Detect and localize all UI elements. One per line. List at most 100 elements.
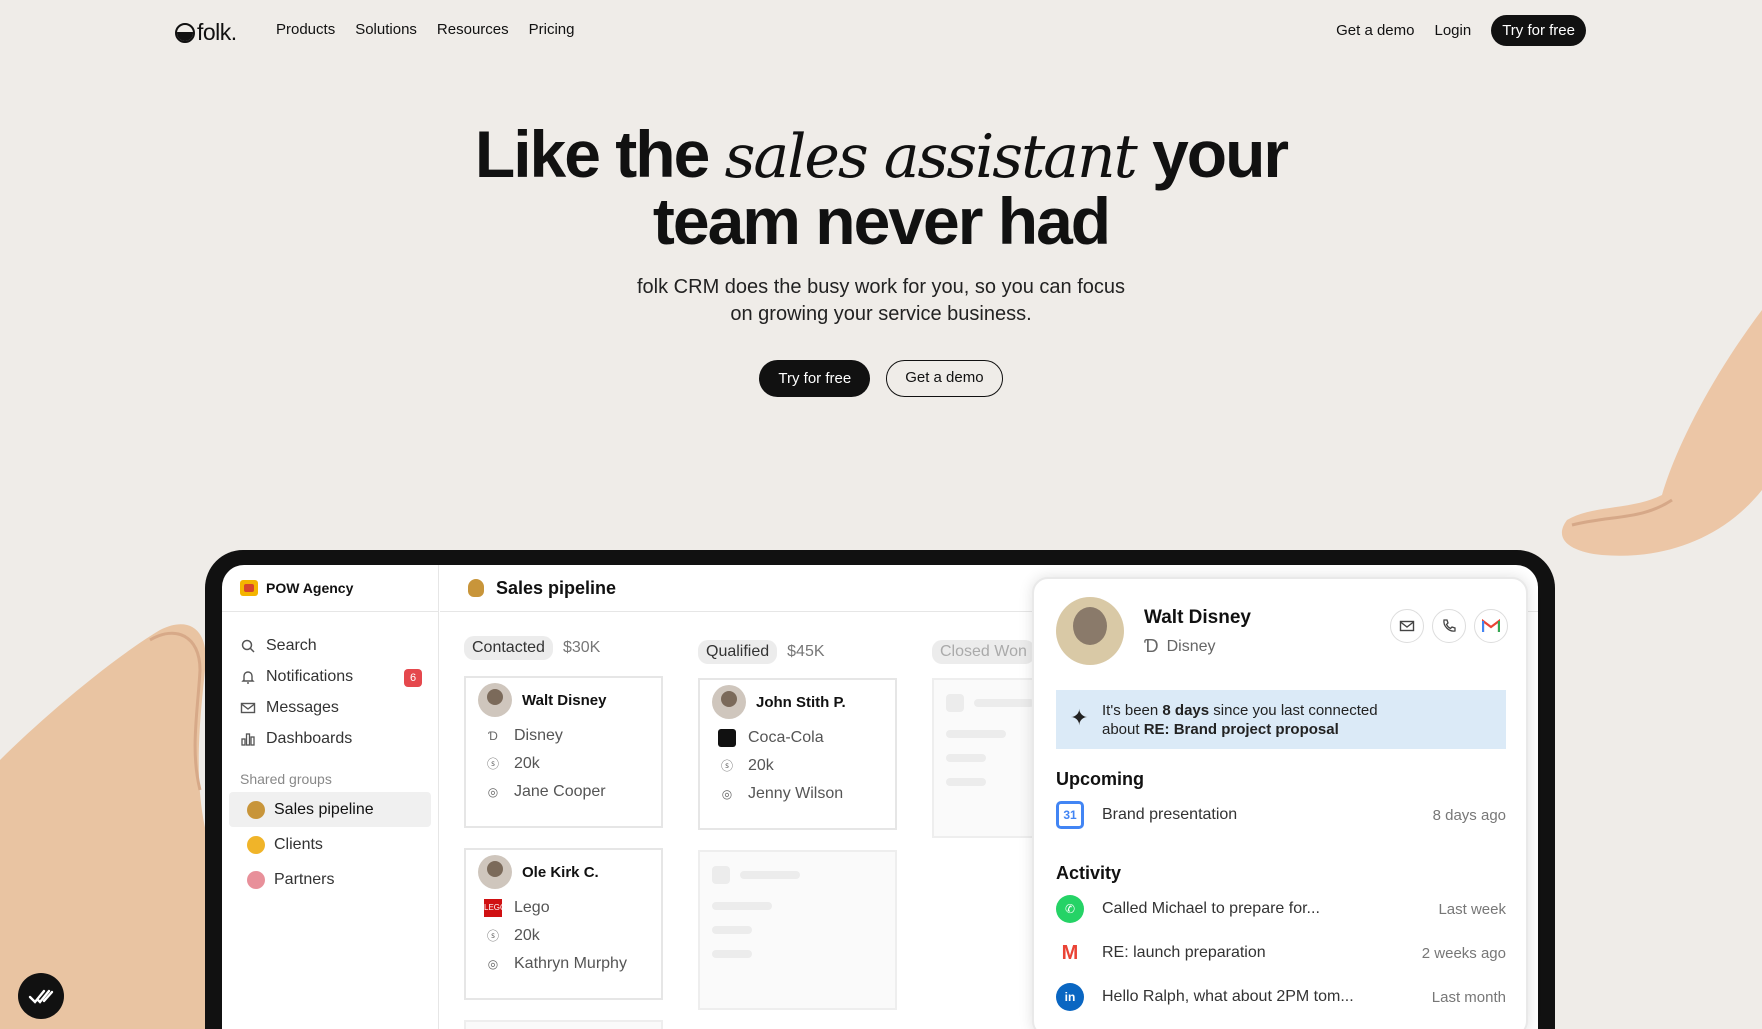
dollar-icon: ⓢ <box>720 759 733 773</box>
deal-value: 20k <box>748 757 774 774</box>
placeholder-card <box>464 1020 663 1029</box>
nav-resources[interactable]: Resources <box>437 21 509 38</box>
logo-text: folk. <box>197 19 237 45</box>
nav-links: Products Solutions Resources Pricing <box>276 21 574 38</box>
stage-amount: $30K <box>562 639 601 656</box>
phone-icon <box>1443 619 1456 632</box>
contact-name: Ole Kirk C. <box>522 863 599 881</box>
hero-try-free-button[interactable]: Try for free <box>759 360 871 397</box>
gmail-button[interactable] <box>1474 609 1508 643</box>
sidebar-item-notifications[interactable]: Notifications 6 <box>222 661 438 692</box>
dollar-icon: ⓢ <box>486 757 499 771</box>
money-bag-icon <box>247 800 265 819</box>
activity-date: 2 weeks ago <box>1421 944 1506 962</box>
pipeline-title: Sales pipeline <box>496 577 617 598</box>
upcoming-item[interactable]: 31 Brand presentation 8 days ago <box>1056 798 1506 832</box>
mail-icon <box>240 702 256 713</box>
deal-value: 20k <box>514 927 540 944</box>
deal-owner: Jenny Wilson <box>748 785 844 802</box>
email-button[interactable] <box>1390 609 1424 643</box>
deal-value: 20k <box>514 755 540 772</box>
activity-item[interactable]: M RE: launch preparation 2 weeks ago <box>1056 936 1506 970</box>
contact-name: Walt Disney <box>1144 607 1251 628</box>
value-row: ⓢ 20k <box>466 750 661 778</box>
nav-products[interactable]: Products <box>276 21 335 38</box>
hero-get-demo-button[interactable]: Get a demo <box>886 360 1003 397</box>
sidebar-item-label: Dashboards <box>266 729 353 747</box>
nav-actions: Get a demo Login Try for free <box>1336 15 1586 46</box>
sidebar-group-partners[interactable]: Partners <box>229 862 431 897</box>
value-row: ⓢ 20k <box>466 922 661 950</box>
contact-avatar <box>478 855 512 889</box>
upcoming-title: Brand presentation <box>1102 806 1238 823</box>
company-row: Coca-Cola <box>700 724 895 752</box>
sidebar-group-clients[interactable]: Clients <box>229 827 431 862</box>
reconnect-nudge: ✦ It's been 8 days since you last connec… <box>1056 690 1506 749</box>
hero-title-part-1: Like the <box>474 117 725 191</box>
group-label: Partners <box>274 870 335 888</box>
nudge-text-3: about <box>1102 720 1144 738</box>
sidebar-item-dashboards[interactable]: Dashboards <box>222 723 438 754</box>
deal-card[interactable]: Walt Disney Ɗ Disney ⓢ 20k ◎ Jane Cooper <box>464 676 663 828</box>
contact-avatar-large <box>1056 597 1124 665</box>
deal-card[interactable]: Ole Kirk C. LEGO Lego ⓢ 20k ◎ Kathryn Mu… <box>464 848 663 1000</box>
group-label: Clients <box>274 835 323 853</box>
hero-cta-group: Try for free Get a demo <box>0 360 1762 397</box>
hero-title-line-2: team never had <box>652 184 1111 258</box>
user-icon: ◎ <box>487 785 499 799</box>
hero-subtitle: folk CRM does the busy work for you, so … <box>0 274 1762 328</box>
column-closed-won-header: Closed Won <box>932 640 1035 664</box>
contact-company: Ɗ Disney <box>1144 636 1215 657</box>
right-hand-illustration <box>1561 310 1762 556</box>
owner-row: ◎ Jane Cooper <box>466 778 661 806</box>
activity-text: RE: launch preparation <box>1102 944 1266 961</box>
activity-heading: Activity <box>1056 863 1122 883</box>
workspace-switcher[interactable]: POW Agency <box>222 565 438 612</box>
money-bag-icon <box>468 579 484 597</box>
activity-item[interactable]: in Hello Ralph, what about 2PM tom... La… <box>1056 980 1506 1014</box>
nav-pricing[interactable]: Pricing <box>529 21 575 38</box>
placeholder-card <box>698 850 897 1010</box>
handshake-icon <box>247 835 265 854</box>
double-check-icon <box>28 989 54 1004</box>
folk-logo[interactable]: folk. <box>175 19 237 46</box>
hero-title-emphasis: sales assistant <box>724 122 1138 192</box>
sidebar-item-search[interactable]: Search <box>222 630 438 661</box>
nav-get-demo-link[interactable]: Get a demo <box>1336 22 1414 39</box>
nudge-text-2: since you last connected <box>1209 701 1378 719</box>
call-button[interactable] <box>1432 609 1466 643</box>
activity-text: Called Michael to prepare for... <box>1102 900 1320 917</box>
brain-icon <box>247 870 265 889</box>
workspace-icon <box>240 580 258 596</box>
deal-card[interactable]: John Stith P. Coca-Cola ⓢ 20k ◎ Jenny Wi… <box>698 678 897 830</box>
gmail-icon <box>1482 619 1500 632</box>
nav-login-link[interactable]: Login <box>1435 22 1472 39</box>
owner-row: ◎ Kathryn Murphy <box>466 950 661 978</box>
sidebar-group-sales-pipeline[interactable]: Sales pipeline <box>229 792 431 827</box>
top-nav: folk. Products Solutions Resources Prici… <box>0 0 1762 60</box>
activity-item[interactable]: ✆ Called Michael to prepare for... Last … <box>1056 892 1506 926</box>
contact-avatar <box>712 685 746 719</box>
column-qualified-header: Qualified $45K <box>698 640 825 664</box>
floating-consent-button[interactable] <box>18 973 64 1019</box>
upcoming-date: 8 days ago <box>1432 806 1506 824</box>
sidebar-item-messages[interactable]: Messages <box>222 692 438 723</box>
column-contacted-header: Contacted $30K <box>464 636 600 660</box>
contact-avatar <box>478 683 512 717</box>
nudge-text-1: It's been <box>1102 701 1163 719</box>
nudge-days: 8 days <box>1162 701 1210 719</box>
company-name: Disney <box>514 727 563 744</box>
disney-logo-icon: Ɗ <box>488 729 498 743</box>
activity-text: Hello Ralph, what about 2PM tom... <box>1102 988 1354 1005</box>
nav-solutions[interactable]: Solutions <box>355 21 417 38</box>
hero-title-part-2: your <box>1135 117 1289 191</box>
value-row: ⓢ 20k <box>700 752 895 780</box>
disney-logo-icon: Ɗ <box>1144 636 1159 656</box>
nav-try-free-button[interactable]: Try for free <box>1491 15 1586 46</box>
contact-detail-panel: Walt Disney Ɗ Disney ✦ It's been 8 days … <box>1032 577 1528 1029</box>
hero-subtitle-line-2: on growing your service business. <box>730 303 1032 325</box>
contact-actions <box>1390 609 1508 643</box>
company-row: LEGO Lego <box>466 894 661 922</box>
company-name: Disney <box>1166 637 1216 655</box>
app-sidebar: POW Agency Search Notifications 6 Messag… <box>222 565 439 1029</box>
